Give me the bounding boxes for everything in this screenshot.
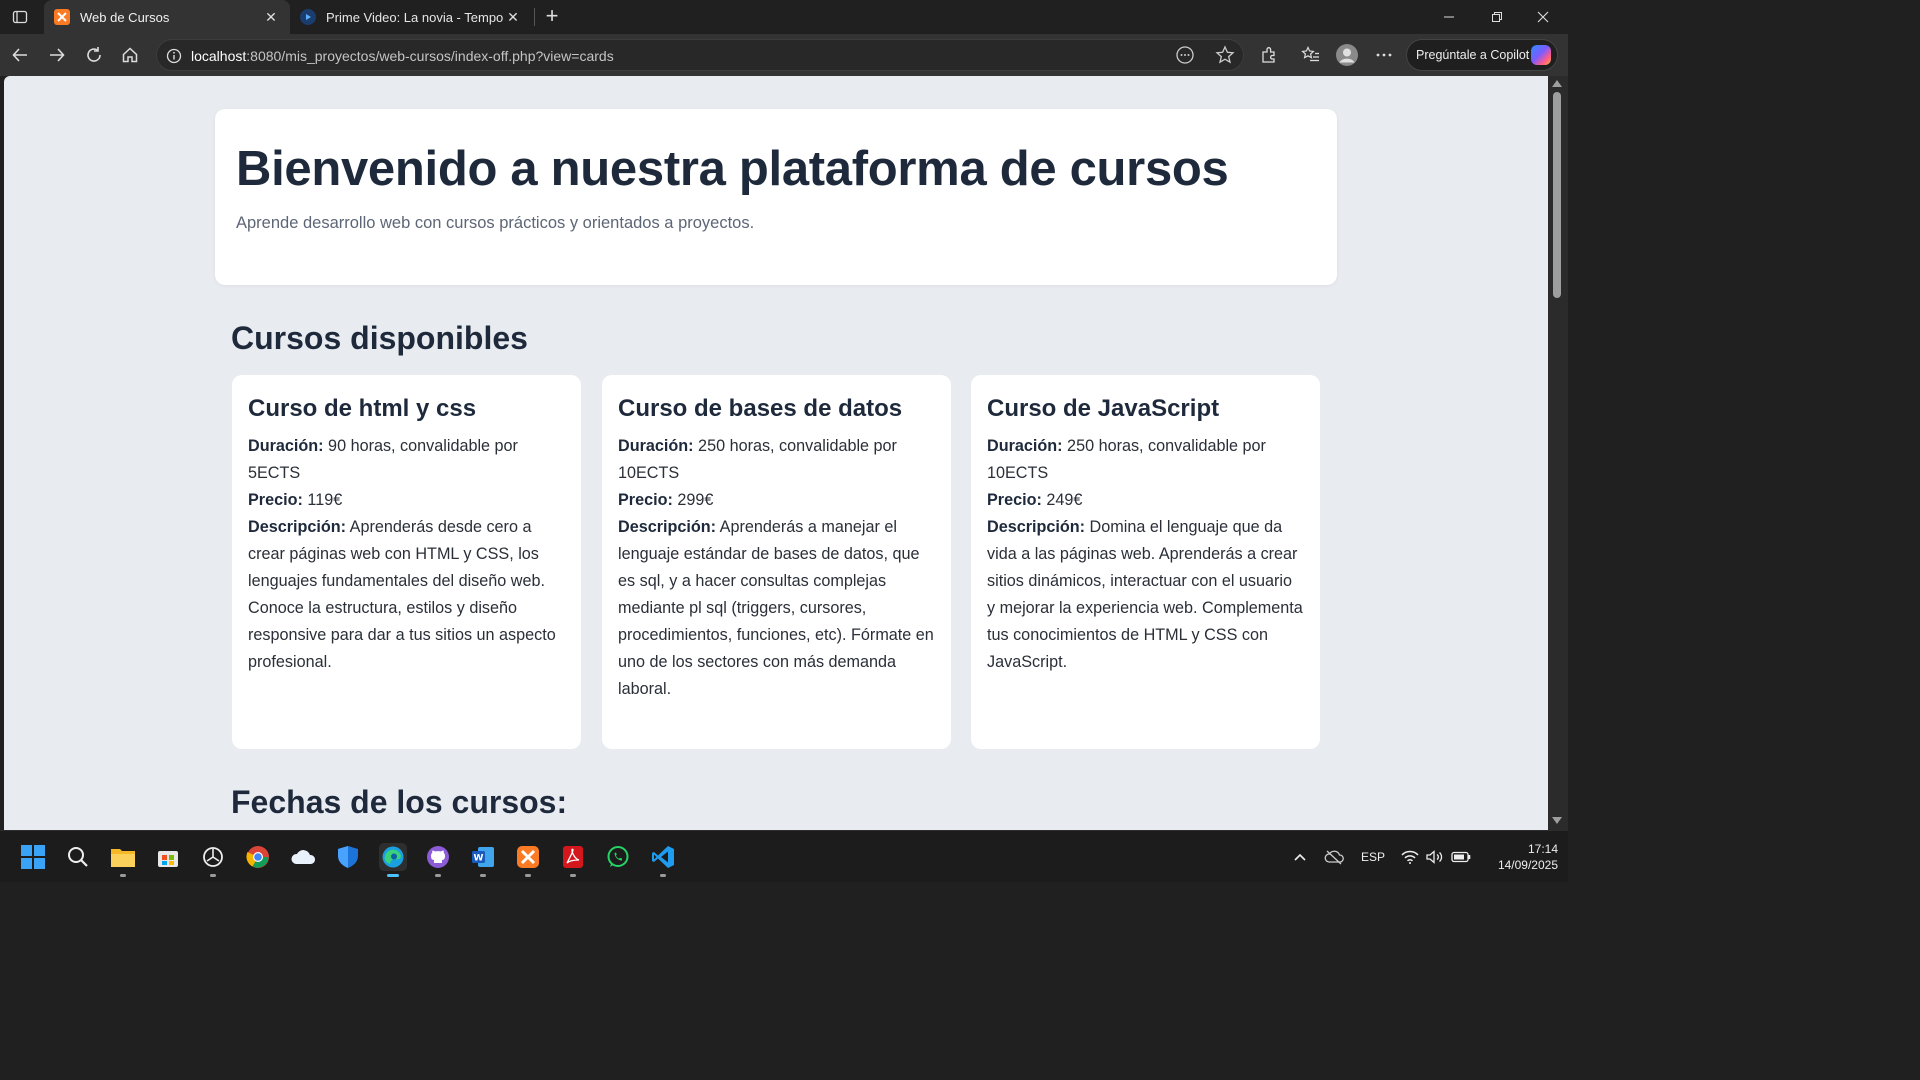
browser-toolbar: localhost:8080/mis_proyectos/web-cursos/… (0, 34, 1568, 76)
page-subtitle: Aprende desarrollo web con cursos prácti… (236, 214, 755, 232)
chatgpt-icon[interactable] (199, 843, 227, 877)
vscode-icon[interactable] (649, 843, 677, 877)
refresh-icon[interactable] (82, 43, 106, 67)
page-title: Bienvenido a nuestra plataforma de curso… (236, 142, 1229, 196)
restore-icon[interactable] (1474, 0, 1520, 34)
tab-title: Web de Cursos (80, 9, 170, 25)
course-price: Precio: 249€ (987, 491, 1083, 509)
volume-icon[interactable] (1425, 831, 1445, 883)
whatsapp-icon[interactable] (604, 843, 632, 871)
xampp-icon (54, 9, 70, 25)
clock-date: 14/09/2025 (1497, 858, 1558, 872)
defender-icon[interactable] (334, 843, 362, 871)
onedrive-status-icon[interactable] (1322, 831, 1346, 883)
course-price: Precio: 119€ (248, 491, 343, 509)
page-scrollbar[interactable] (1548, 76, 1568, 830)
favorites-list-icon[interactable] (1299, 43, 1323, 67)
word-icon[interactable]: W (469, 843, 497, 877)
tab-actions-icon[interactable] (8, 5, 32, 29)
course-title: Curso de JavaScript (987, 395, 1220, 422)
file-explorer-icon[interactable] (109, 843, 137, 877)
favorite-star-icon[interactable] (1213, 43, 1237, 67)
course-card: Curso de html y css Duración: 90 horas, … (232, 375, 581, 749)
course-info: Duración: 250 horas, convalidable por 10… (987, 437, 1266, 482)
course-description: Descripción: Aprenderás desde cero a cre… (248, 518, 556, 671)
back-icon[interactable] (8, 43, 32, 67)
xampp-icon[interactable] (514, 843, 542, 877)
course-description: Descripción: Aprenderás a manejar el len… (618, 518, 934, 698)
svg-text:W: W (474, 854, 484, 864)
close-window-icon[interactable] (1520, 0, 1566, 34)
course-title: Curso de html y css (248, 395, 477, 422)
read-aloud-icon[interactable] (1173, 43, 1197, 67)
page-viewport: Bienvenido a nuestra plataforma de curso… (4, 76, 1548, 830)
close-tab-icon[interactable]: ✕ (262, 9, 280, 26)
extensions-icon[interactable] (1257, 43, 1281, 67)
tab-prime-video[interactable]: Prime Video: La novia - Temporada ✕ (290, 0, 532, 34)
address-bar[interactable]: localhost:8080/mis_proyectos/web-cursos/… (156, 39, 1244, 71)
language-indicator[interactable]: ESP (1360, 831, 1386, 883)
microsoft-store-icon[interactable] (154, 843, 182, 871)
start-icon[interactable] (19, 843, 47, 871)
edge-icon[interactable] (379, 843, 407, 877)
tab-title: Prime Video: La novia - Temporada (326, 9, 504, 25)
taskbar: W ESP 17:14 14/09/2025 (0, 830, 1568, 882)
title-bar: Web de Cursos ✕ Prime Video: La novia - … (0, 0, 1568, 34)
course-title: Curso de bases de datos (618, 395, 903, 422)
hero-card: Bienvenido a nuestra plataforma de curso… (215, 109, 1337, 285)
course-cards: Curso de html y css Duración: 90 horas, … (232, 375, 1322, 749)
dates-heading: Fechas de los cursos: (231, 784, 568, 820)
scroll-down-icon[interactable] (1552, 817, 1562, 824)
minimize-icon[interactable] (1426, 0, 1472, 34)
course-price: Precio: 299€ (618, 491, 714, 509)
course-card: Curso de JavaScript Duración: 250 horas,… (971, 375, 1320, 749)
show-hidden-icons-icon[interactable] (1290, 831, 1310, 883)
course-info: Duración: 250 horas, convalidable por 10… (618, 437, 897, 482)
scrollbar-thumb[interactable] (1553, 92, 1561, 298)
battery-icon[interactable] (1450, 831, 1472, 883)
home-icon[interactable] (118, 43, 142, 67)
system-clock[interactable]: 17:14 14/09/2025 (1474, 841, 1558, 873)
acrobat-icon[interactable] (559, 843, 587, 877)
copilot-label: Pregúntale a Copilot (1416, 48, 1530, 62)
onedrive-icon[interactable] (289, 843, 317, 871)
scroll-up-icon[interactable] (1552, 80, 1562, 87)
forward-icon[interactable] (45, 43, 69, 67)
close-tab-icon[interactable]: ✕ (504, 9, 522, 26)
copilot-button[interactable]: Pregúntale a Copilot (1406, 39, 1558, 71)
copilot-icon (1531, 45, 1551, 65)
more-options-icon[interactable] (1372, 43, 1396, 67)
profile-avatar-icon[interactable] (1335, 43, 1359, 67)
chrome-icon[interactable] (244, 843, 272, 871)
search-icon[interactable] (64, 843, 92, 871)
wifi-icon[interactable] (1400, 831, 1420, 883)
course-info: Duración: 90 horas, convalidable por 5EC… (248, 437, 518, 482)
prime-video-icon (300, 9, 316, 25)
github-desktop-icon[interactable] (424, 843, 452, 877)
new-tab-icon[interactable]: + (540, 5, 564, 29)
site-info-icon[interactable] (165, 47, 183, 65)
clock-time: 17:14 (1527, 842, 1558, 856)
course-description: Descripción: Domina el lenguaje que da v… (987, 518, 1303, 671)
tab-separator (534, 8, 535, 26)
course-card: Curso de bases de datos Duración: 250 ho… (602, 375, 951, 749)
tab-web-de-cursos[interactable]: Web de Cursos ✕ (44, 0, 290, 34)
url-text[interactable]: localhost:8080/mis_proyectos/web-cursos/… (191, 48, 614, 64)
courses-heading: Cursos disponibles (231, 320, 528, 356)
